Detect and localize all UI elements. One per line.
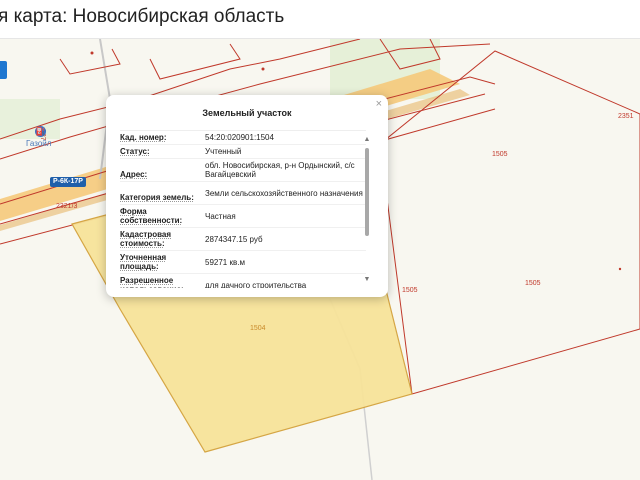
info-row: Уточненная площадь: 59271 кв.м	[120, 251, 366, 274]
parcel-info-table: Кад. номер: 54:20:020901:1504 Статус: Уч…	[120, 130, 366, 288]
page-header: я карта: Новосибирская область	[0, 0, 640, 39]
info-value: Учтенный	[205, 147, 242, 156]
parcel-outline	[149, 43, 241, 80]
info-value: 59271 кв.м	[205, 257, 245, 267]
scroll-down-icon[interactable]: ▼	[362, 276, 372, 283]
poi-label[interactable]: Газойл	[26, 139, 51, 148]
map-marker	[261, 67, 265, 71]
parcel-label: 1505	[525, 280, 541, 287]
layer-toggle-button[interactable]	[0, 61, 7, 79]
info-row: Форма собственности: Частная	[120, 205, 366, 228]
popup-scrollbar[interactable]: ▲ ▼	[362, 136, 372, 286]
scroll-thumb[interactable]	[365, 148, 369, 236]
parcel-label: 1505	[492, 151, 508, 158]
map-marker	[90, 51, 94, 55]
road-number-badge: Р-6К-17Р	[50, 177, 86, 187]
info-row: Адрес: обл. Новосибирская, р-н Ордынский…	[120, 159, 366, 182]
info-label: Форма собственности:	[120, 207, 183, 225]
info-row: Статус: Учтенный	[120, 145, 366, 159]
parcel-label: 2321/3	[56, 203, 78, 210]
selected-parcel-label: 1504	[250, 325, 266, 332]
info-label: Кад. номер:	[120, 133, 167, 142]
parcel-label: 1505	[402, 287, 418, 294]
popup-title: Земельный участок	[202, 108, 292, 118]
info-row: Кад. номер: 54:20:020901:1504	[120, 131, 366, 145]
map-marker	[618, 267, 622, 271]
info-value: обл. Новосибирская, р-н Ордынский, с/с В…	[205, 161, 355, 179]
close-icon[interactable]: ×	[376, 98, 382, 110]
page-title: я карта: Новосибирская область	[0, 6, 285, 27]
parcel-info-popup: Земельный участок × Кад. номер: 54:20:02…	[106, 95, 388, 297]
info-label: Категория земель:	[120, 193, 194, 202]
info-value: 54:20:020901:1504	[205, 133, 274, 142]
parcel-outline	[59, 48, 121, 75]
parcel-label: 2351	[618, 113, 634, 120]
info-label: Адрес:	[120, 170, 148, 179]
info-value: для дачного строительства	[205, 280, 307, 289]
info-label: Статус:	[120, 147, 150, 156]
info-label: Разрешенное использование:	[120, 276, 184, 288]
info-row: Кадастровая стоимость: 2874347.15 руб	[120, 228, 366, 251]
info-row: Разрешенное использование: для дачного с…	[120, 274, 366, 288]
info-value: Частная	[205, 211, 236, 221]
info-label: Уточненная площадь:	[120, 253, 167, 271]
scroll-up-icon[interactable]: ▲	[362, 136, 372, 143]
info-value: 2874347.15 руб	[205, 234, 263, 244]
cadastral-map[interactable]: 2351 1505 1505 1505 1504 2321/3 237 Р-6К…	[0, 39, 640, 480]
gas-station-icon[interactable]: ⛽	[35, 126, 46, 137]
info-label: Кадастровая стоимость:	[120, 230, 172, 248]
green-area	[0, 99, 60, 139]
info-value: Земли сельскохозяйственного назначения	[205, 188, 363, 198]
info-row: Категория земель: Земли сельскохозяйстве…	[120, 182, 366, 205]
